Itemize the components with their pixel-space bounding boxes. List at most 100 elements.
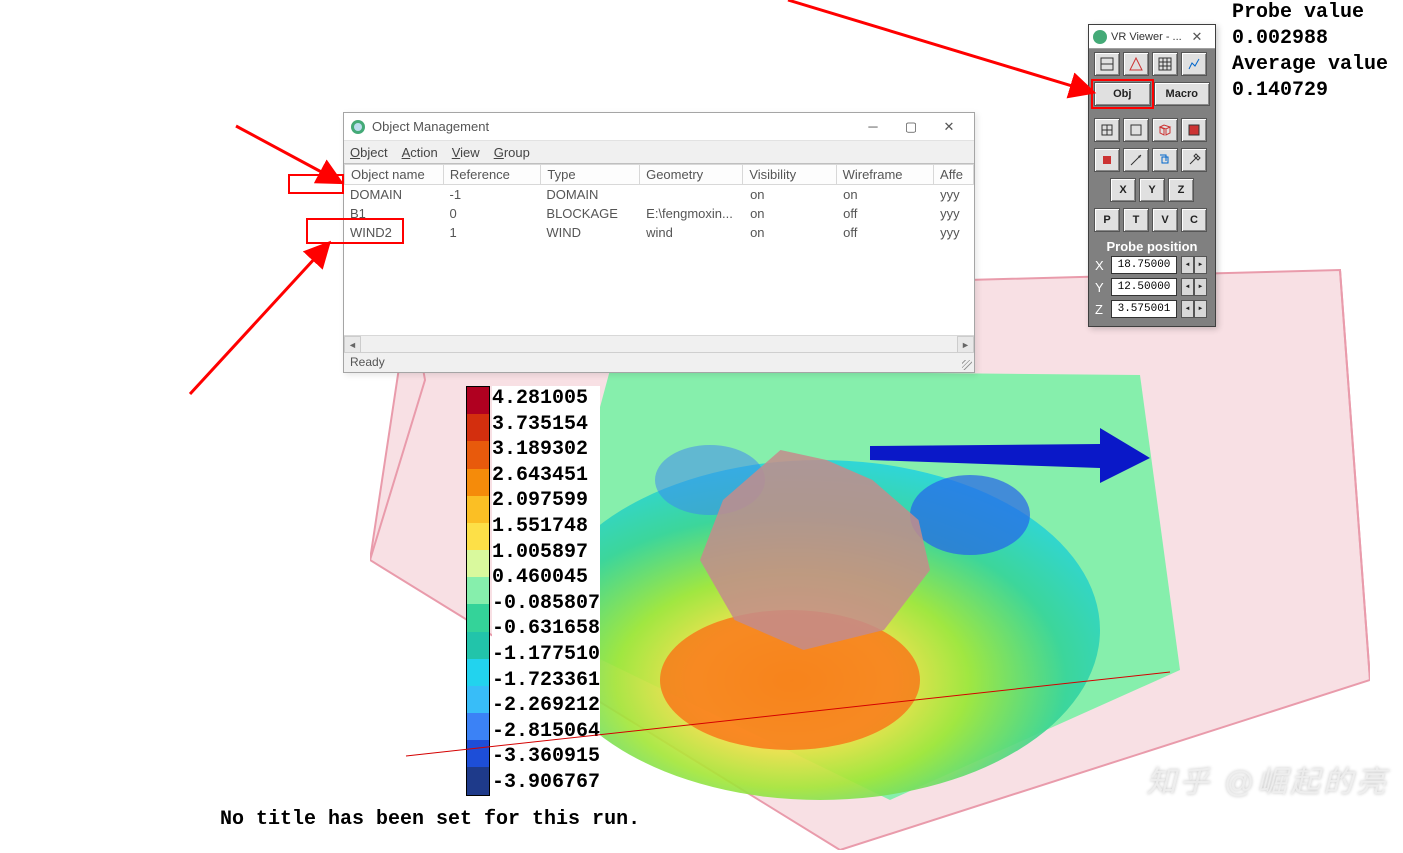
- toolbar-button-6[interactable]: [1123, 118, 1149, 142]
- close-button[interactable]: ✕: [1183, 28, 1211, 46]
- vr-viewer-toolbox[interactable]: VR Viewer - ... ✕ Obj Macro XYZ PTVC Pro…: [1088, 24, 1216, 327]
- om-titlebar[interactable]: Object Management ─ ▢ ✕: [344, 113, 974, 141]
- col-geometry[interactable]: Geometry: [640, 165, 743, 185]
- legend-value: -1.723361: [492, 668, 600, 694]
- maximize-button[interactable]: ▢: [892, 116, 930, 138]
- menu-group[interactable]: Group: [494, 145, 530, 160]
- probe-readout: Probe value 0.002988 Average value 0.140…: [1232, 0, 1388, 104]
- wind-direction-arrow: [870, 428, 1150, 483]
- watermark: 知乎 @崛起的亮: [1146, 757, 1389, 801]
- probe-z-dec[interactable]: ◄: [1181, 300, 1194, 318]
- probe-y-row: Y ◄ ►: [1089, 276, 1215, 298]
- toolbar-button-8[interactable]: [1181, 118, 1207, 142]
- toolbar-button-4[interactable]: [1181, 52, 1207, 76]
- legend-value: -3.906767: [492, 770, 600, 796]
- cell-type: DOMAIN: [540, 185, 640, 204]
- probe-x-row: X ◄ ►: [1089, 254, 1215, 276]
- axis-y-button[interactable]: Y: [1139, 178, 1165, 202]
- probe-x-dec[interactable]: ◄: [1181, 256, 1194, 274]
- legend-value: 4.281005: [492, 386, 600, 412]
- probe-x-input[interactable]: [1111, 256, 1177, 274]
- table-row[interactable]: B10BLOCKAGEE:\fengmoxin...onoffyyy: [344, 204, 974, 223]
- toolbar-button-10[interactable]: [1123, 148, 1149, 172]
- vr-titlebar[interactable]: VR Viewer - ... ✕: [1089, 25, 1215, 49]
- ptvc-c-button[interactable]: C: [1181, 208, 1207, 232]
- legend-value: 0.460045: [492, 565, 600, 591]
- scroll-left-button[interactable]: ◄: [344, 336, 361, 353]
- app-icon: [1093, 30, 1107, 44]
- menu-action[interactable]: Action: [402, 145, 438, 160]
- ptvc-v-button[interactable]: V: [1152, 208, 1178, 232]
- probe-z-input[interactable]: [1111, 300, 1177, 318]
- table-row[interactable]: DOMAIN-1DOMAINononyyy: [344, 185, 974, 204]
- app-icon: [350, 119, 366, 135]
- cell-ref: -1: [443, 185, 540, 204]
- probe-position-header: Probe position: [1089, 235, 1215, 254]
- col-reference[interactable]: Reference: [443, 165, 540, 185]
- axis-z-button[interactable]: Z: [1168, 178, 1194, 202]
- om-title: Object Management: [372, 119, 854, 134]
- probe-y-dec[interactable]: ◄: [1181, 278, 1194, 296]
- horizontal-scrollbar[interactable]: ◄ ►: [344, 335, 974, 352]
- toolbar-button-2[interactable]: [1123, 52, 1149, 76]
- table-row[interactable]: WIND21WINDwindonoffyyy: [344, 223, 974, 242]
- legend-value: 1.005897: [492, 540, 600, 566]
- cell-wire: off: [837, 204, 934, 223]
- cell-ref: 1: [443, 223, 540, 242]
- col-wireframe[interactable]: Wireframe: [836, 165, 933, 185]
- toolbar-button-3[interactable]: [1152, 52, 1178, 76]
- om-menubar[interactable]: Object Action View Group: [344, 141, 974, 163]
- menu-object[interactable]: Object: [350, 145, 388, 160]
- legend-value: 2.643451: [492, 463, 600, 489]
- axis-x-button[interactable]: X: [1110, 178, 1136, 202]
- obj-button[interactable]: Obj: [1094, 82, 1151, 106]
- macro-button[interactable]: Macro: [1154, 82, 1211, 106]
- cell-vis: on: [744, 204, 837, 223]
- probe-x-inc[interactable]: ►: [1194, 256, 1207, 274]
- toolbar-button-12[interactable]: [1181, 148, 1207, 172]
- toolbar-button-11[interactable]: [1152, 148, 1178, 172]
- legend-value: -3.360915: [492, 744, 600, 770]
- probe-z-inc[interactable]: ►: [1194, 300, 1207, 318]
- cell-aff: yyy: [934, 223, 974, 242]
- minimize-button[interactable]: ─: [854, 116, 892, 138]
- legend-value: -1.177510: [492, 642, 600, 668]
- om-table[interactable]: Object nameReferenceTypeGeometryVisibili…: [344, 163, 974, 352]
- probe-y-input[interactable]: [1111, 278, 1177, 296]
- menu-view[interactable]: View: [452, 145, 480, 160]
- cell-geom: E:\fengmoxin...: [640, 204, 744, 223]
- toolbar-button-5[interactable]: [1094, 118, 1120, 142]
- probe-x-label: X: [1095, 258, 1107, 273]
- legend-value: -0.085807: [492, 591, 600, 617]
- probe-z-label: Z: [1095, 302, 1107, 317]
- cell-type: BLOCKAGE: [540, 204, 640, 223]
- cell-name: DOMAIN: [344, 185, 443, 204]
- average-value: 0.140729: [1232, 78, 1388, 104]
- cell-aff: yyy: [934, 204, 974, 223]
- legend-value: -2.269212: [492, 693, 600, 719]
- toolbar-button-7[interactable]: [1152, 118, 1178, 142]
- probe-z-row: Z ◄ ►: [1089, 298, 1215, 320]
- toolbar-button-9[interactable]: [1094, 148, 1120, 172]
- probe-value: 0.002988: [1232, 26, 1388, 52]
- probe-y-label: Y: [1095, 280, 1107, 295]
- legend-value: 3.189302: [492, 437, 600, 463]
- color-legend: 4.2810053.7351543.1893022.6434512.097599…: [466, 386, 600, 796]
- col-affe[interactable]: Affe: [934, 165, 974, 185]
- object-management-window[interactable]: Object Management ─ ▢ ✕ Object Action View…: [343, 112, 975, 373]
- probe-y-inc[interactable]: ►: [1194, 278, 1207, 296]
- toolbar-button-1[interactable]: [1094, 52, 1120, 76]
- legend-value: 2.097599: [492, 488, 600, 514]
- scroll-right-button[interactable]: ►: [957, 336, 974, 353]
- col-visibility[interactable]: Visibility: [743, 165, 836, 185]
- col-type[interactable]: Type: [541, 165, 640, 185]
- close-button[interactable]: ✕: [930, 116, 968, 138]
- ptvc-t-button[interactable]: T: [1123, 208, 1149, 232]
- cell-geom: wind: [640, 223, 744, 242]
- ptvc-p-button[interactable]: P: [1094, 208, 1120, 232]
- legend-value: 1.551748: [492, 514, 600, 540]
- legend-value: -2.815064: [492, 719, 600, 745]
- cell-type: WIND: [540, 223, 640, 242]
- cell-ref: 0: [443, 204, 540, 223]
- col-object-name[interactable]: Object name: [345, 165, 444, 185]
